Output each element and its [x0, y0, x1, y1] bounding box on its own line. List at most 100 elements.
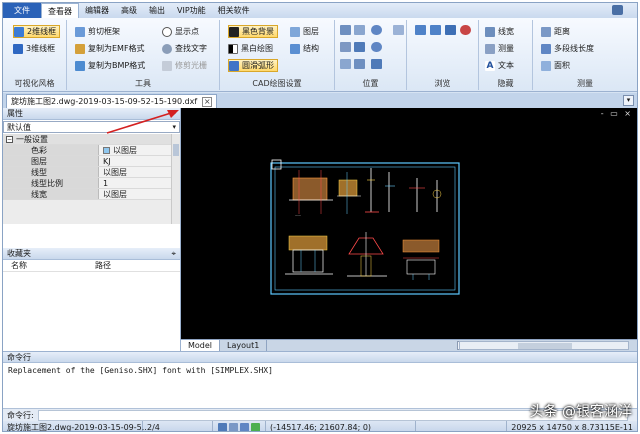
ucs-marker [271, 159, 282, 170]
stop-icon[interactable] [460, 25, 471, 35]
drawing-canvas[interactable]: - ▭ × —— Model Layout1 [181, 108, 637, 351]
smooth-arc-label: 圆滑弧形 [242, 61, 274, 70]
points-icon [162, 26, 172, 37]
layers-button[interactable]: 图层 [290, 25, 319, 38]
annotation-arrow [106, 110, 179, 134]
horizontal-scrollbar[interactable] [459, 341, 629, 350]
wireframe-3d-label: 3维线框 [26, 44, 56, 53]
orbit-icon[interactable] [340, 59, 351, 69]
scissors-icon [75, 26, 85, 37]
tab-layout1[interactable]: Layout1 [220, 340, 268, 351]
column-path[interactable]: 路径 [87, 260, 171, 271]
zoom-realtime-icon[interactable] [354, 25, 365, 35]
status-tools [213, 421, 266, 431]
hide-measure-button[interactable]: 测量 [485, 42, 514, 55]
group-label-hide: 隐藏 [497, 79, 514, 88]
property-category-label: 一般设置 [16, 134, 48, 144]
osnap-icon[interactable] [251, 422, 260, 431]
zoom-window-icon[interactable] [340, 25, 351, 35]
wireframe-2d-label: 2维线框 [27, 27, 57, 36]
group-label-position: 位置 [362, 79, 379, 88]
property-row[interactable]: 色彩 以图层 [3, 145, 180, 156]
pan-hand-icon[interactable] [393, 25, 404, 35]
property-row[interactable]: 图层 KJ [3, 156, 180, 167]
property-scrollbar[interactable] [171, 134, 180, 224]
help-icon[interactable] [612, 5, 623, 15]
tab-model[interactable]: Model [181, 340, 221, 351]
text-label: 文本 [498, 61, 514, 70]
arrow-right-icon[interactable] [430, 25, 441, 35]
clip-frame-button[interactable]: 剪切框架 [75, 25, 120, 38]
grid-icon[interactable] [229, 422, 238, 431]
layout-tabs: Model Layout1 ▾ [181, 339, 637, 351]
properties-title: 属性 [7, 109, 23, 118]
snap-icon[interactable] [218, 422, 227, 431]
drawing-svg: —— [270, 159, 460, 295]
column-name[interactable]: 名称 [3, 260, 87, 271]
fit-icon[interactable] [340, 42, 351, 52]
wireframe-2d-icon [14, 26, 24, 37]
trim-raster-icon [162, 60, 172, 71]
properties-selector-value: 默认值 [7, 122, 31, 132]
menu-output[interactable]: 输出 [143, 3, 171, 18]
menu-viewer[interactable]: 查看器 [41, 3, 79, 18]
menu-vip[interactable]: VIP功能 [171, 3, 212, 18]
bw-drawing-icon [228, 43, 238, 54]
lineweight-button[interactable]: 线宽 [485, 25, 514, 38]
group-hide: 线宽 测量 A 文本 隐藏 [479, 20, 533, 90]
property-row[interactable]: 线宽 以图层 [3, 189, 180, 200]
black-background-button[interactable]: 黑色背景 [228, 25, 278, 38]
wireframe-3d-button[interactable]: 3维线框 [13, 42, 55, 55]
scroll-thumb[interactable] [518, 343, 572, 349]
collapse-icon[interactable]: − [6, 135, 13, 143]
favorites-header: 收藏夹 ⌖ [3, 248, 180, 260]
trim-raster-button[interactable]: 修剪光栅 [162, 59, 207, 72]
find-text-button[interactable]: 查找文字 [162, 42, 207, 55]
status-file: 旋坊施工图2.dwg-2019-03-15-09-5... [3, 421, 149, 431]
structure-button[interactable]: 结构 [290, 42, 319, 55]
copy-bmp-button[interactable]: 复制为BMP格式 [75, 59, 145, 72]
text-button[interactable]: A 文本 [485, 59, 514, 72]
smooth-arc-button[interactable]: 圆滑弧形 [228, 59, 278, 72]
area-button[interactable]: 面积 [541, 59, 570, 72]
property-row[interactable]: 线型比例 1 [3, 178, 180, 189]
wireframe-2d-button[interactable]: 2维线框 [13, 25, 61, 38]
menu-advanced[interactable]: 高级 [115, 3, 143, 18]
bw-drawing-button[interactable]: 黑白绘图 [228, 42, 273, 55]
copy-emf-button[interactable]: 复制为EMF格式 [75, 42, 145, 55]
group-label-browse: 浏览 [434, 79, 451, 88]
scroll-thumb[interactable] [173, 144, 179, 156]
distance-button[interactable]: 距离 [541, 25, 570, 38]
command-prompt: 命令行: [7, 410, 34, 420]
document-tab[interactable]: 旋坊施工图2.dwg-2019-03-15-09-52-15-190.dxf × [6, 94, 218, 108]
wireframe-3d-icon [13, 43, 23, 54]
close-tab-icon[interactable]: × [202, 96, 213, 107]
property-value: 以图层 [99, 145, 180, 155]
file-menu[interactable]: 文件 [3, 3, 41, 18]
area-label: 面积 [554, 61, 570, 70]
rotate-icon[interactable] [354, 59, 365, 69]
show-points-button[interactable]: 显示点 [162, 25, 199, 38]
property-row[interactable]: 线型 以图层 [3, 167, 180, 178]
zoom-in-icon[interactable] [371, 25, 382, 35]
property-key: 线型比例 [3, 178, 99, 188]
menu-editor[interactable]: 编辑器 [79, 3, 115, 18]
watermark: 头条 @银客涵洋 [529, 404, 632, 420]
text-a-icon: A [485, 60, 495, 71]
arrow-left-icon[interactable] [415, 25, 426, 35]
menu-related[interactable]: 相关软件 [212, 3, 256, 18]
elevation-drawing-1 [285, 235, 333, 275]
zoom-out-icon[interactable] [371, 42, 382, 52]
ortho-icon[interactable] [240, 422, 249, 431]
property-key: 线宽 [3, 189, 99, 199]
zoom-extents-icon[interactable] [354, 42, 365, 52]
tab-dropdown-icon[interactable]: ▾ [623, 95, 634, 106]
property-value: 以图层 [99, 167, 180, 177]
property-category[interactable]: − 一般设置 [3, 134, 180, 145]
polyline-length-button[interactable]: 多段线长度 [541, 42, 594, 55]
pin-icon[interactable]: ⌖ [171, 249, 176, 259]
view-icon[interactable] [371, 59, 382, 69]
status-page: 2/4 [143, 421, 213, 431]
back-icon[interactable] [445, 25, 456, 35]
status-bar: 旋坊施工图2.dwg-2019-03-15-09-5... 2/4 (-1451… [3, 421, 637, 431]
